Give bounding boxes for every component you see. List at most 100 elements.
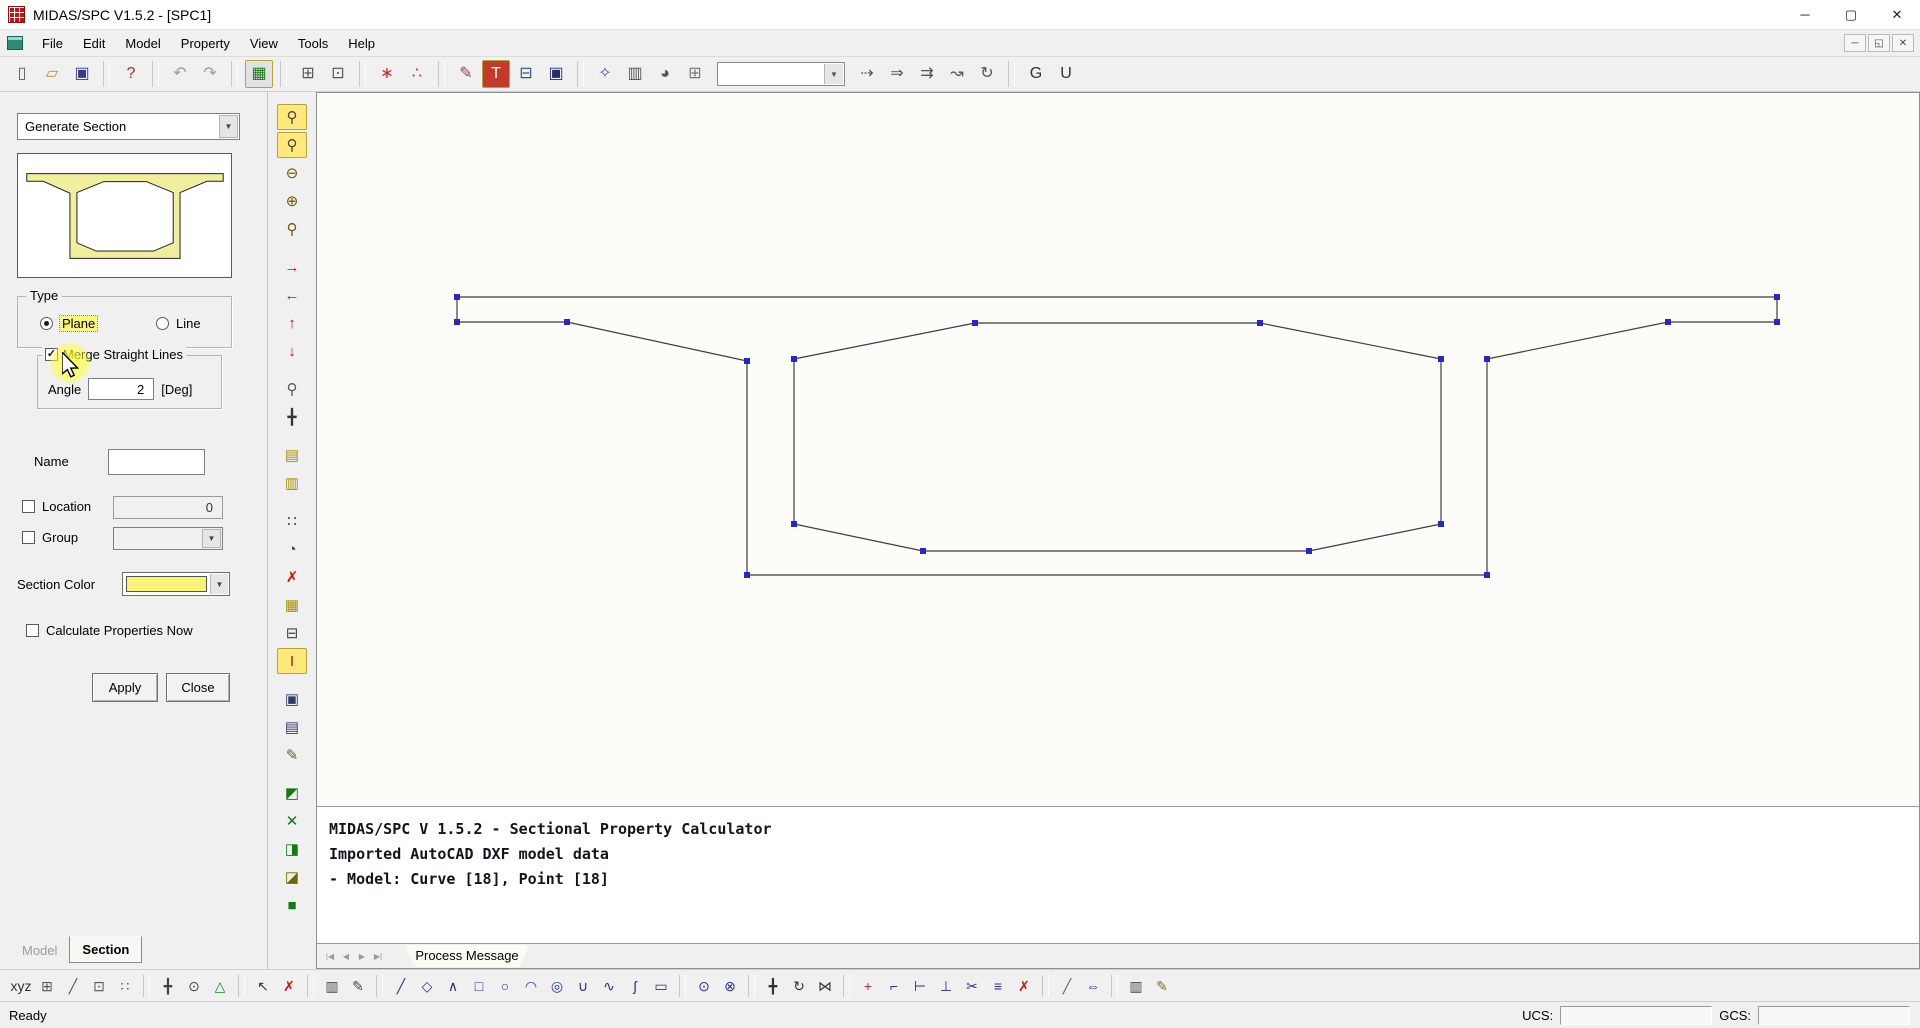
copy-entity-icon[interactable]: ▥ (319, 973, 345, 999)
menu-edit[interactable]: Edit (73, 31, 115, 56)
pan-up-icon[interactable]: ↑ (277, 310, 307, 336)
group-select[interactable]: ▼ (113, 527, 223, 550)
export-view-icon[interactable]: ▤ (277, 714, 307, 740)
draw-line-icon[interactable]: ╱ (388, 973, 414, 999)
delete-draw-icon[interactable]: ✗ (1011, 973, 1037, 999)
menu-help[interactable]: Help (338, 31, 385, 56)
ortho-icon[interactable]: ⊙ (181, 973, 207, 999)
erase-icon[interactable]: ✗ (276, 973, 302, 999)
location-row[interactable]: Location (22, 499, 91, 514)
trim-icon[interactable]: ✂ (959, 973, 985, 999)
new-file-icon[interactable]: ▯ (8, 60, 36, 88)
tab-scroll-button[interactable]: ▶| (370, 947, 386, 965)
close-panel-button[interactable]: Close (166, 673, 230, 702)
menu-model[interactable]: Model (115, 31, 170, 56)
radio-line-control[interactable] (156, 317, 169, 330)
rotate-view-icon[interactable]: ⚲ (277, 376, 307, 402)
origin-icon[interactable]: ╋ (155, 973, 181, 999)
save-section-icon[interactable]: ▣ (542, 60, 570, 88)
draw-ucurve-icon[interactable]: ∪ (570, 973, 596, 999)
pan-down-icon[interactable]: ↓ (277, 338, 307, 364)
name-input[interactable] (108, 449, 205, 475)
query-icon[interactable]: ✎ (277, 742, 307, 768)
group-checkbox[interactable] (22, 531, 35, 544)
pan-dynamic-icon[interactable]: ╋ (277, 404, 307, 430)
maximize-button[interactable]: ▢ (1828, 0, 1874, 29)
ucs-icon[interactable]: xyz (8, 973, 34, 999)
menu-property[interactable]: Property (171, 31, 240, 56)
draw-circle-icon[interactable]: ○ (492, 973, 518, 999)
extend-icon[interactable]: ≡ (985, 973, 1011, 999)
open-folder-icon[interactable]: ▱ (38, 60, 66, 88)
tab-scroll-button[interactable]: ◀ (338, 947, 354, 965)
radio-plane[interactable]: Plane (40, 315, 99, 332)
draw-solid-rect-icon[interactable]: ▭ (648, 973, 674, 999)
break-icon[interactable]: ⊢ (907, 973, 933, 999)
rotate-entity-icon[interactable]: ↻ (786, 973, 812, 999)
merge-checkbox[interactable]: ✓ (45, 348, 58, 361)
group-row[interactable]: Group (22, 530, 78, 545)
section-display-icon[interactable]: ▤ (277, 442, 307, 468)
snap-grid-icon[interactable]: ⊡ (86, 973, 112, 999)
zoom-in-icon[interactable]: ⊕ (277, 188, 307, 214)
zoom-dynamic-icon[interactable]: ⚲ (277, 216, 307, 242)
snap-point-icon[interactable]: ∷ (112, 973, 138, 999)
section-color-select[interactable]: ▼ (122, 572, 230, 596)
offset-icon[interactable]: + (855, 973, 881, 999)
delete-entity-icon[interactable]: ✗ (277, 564, 307, 590)
section-property-icon[interactable]: T (482, 60, 510, 88)
location-input[interactable]: 0 (113, 496, 223, 519)
undo-icon[interactable]: ↶ (166, 60, 194, 88)
help-icon[interactable]: ? (117, 60, 145, 88)
solid-fill-icon[interactable]: ■ (277, 892, 307, 918)
point-display-icon[interactable]: ∷ (277, 508, 307, 534)
chevron-down-icon[interactable]: ▼ (210, 574, 228, 594)
save-image-icon[interactable]: ▣ (277, 686, 307, 712)
draw-wave-icon[interactable]: ∿ (596, 973, 622, 999)
initial-view-icon[interactable]: ∴ (403, 60, 431, 88)
draw-spline-icon[interactable]: ʃ (622, 973, 648, 999)
underline-icon[interactable]: U (1052, 60, 1080, 88)
stretch-icon[interactable]: ⇔ (1080, 973, 1106, 999)
pan-left-icon[interactable]: ← (277, 282, 307, 308)
tab-model[interactable]: Model (10, 938, 69, 963)
export-draw-icon[interactable]: ▥ (1123, 973, 1149, 999)
section-outline-icon[interactable]: ▥ (277, 470, 307, 496)
shrink-icon[interactable]: ◨ (277, 836, 307, 862)
angle-display-icon[interactable]: ◔ (277, 536, 307, 562)
move-entity-icon[interactable]: ╋ (760, 973, 786, 999)
menu-file[interactable]: File (32, 31, 73, 56)
lg-icon[interactable]: G (1022, 60, 1050, 88)
corner-icon[interactable]: ⌐ (881, 973, 907, 999)
zoom-select-icon[interactable]: ◕ (651, 60, 679, 88)
drawing-canvas[interactable] (317, 93, 1919, 806)
grid-icon[interactable]: ⊞ (294, 60, 322, 88)
radio-plane-control[interactable] (40, 317, 53, 330)
minimize-button[interactable]: ─ (1782, 0, 1828, 29)
chevron-down-icon[interactable]: ▼ (202, 529, 221, 548)
exclude-circle-icon[interactable]: ⊗ (717, 973, 743, 999)
zoom-fit-icon[interactable]: ⚲ (277, 132, 307, 158)
mdi-close-button[interactable]: ✕ (1892, 34, 1914, 52)
angle-input[interactable]: 2 (88, 378, 155, 400)
element-number-icon[interactable]: ⇒ (883, 60, 911, 88)
zoom-window-icon[interactable]: ⚲ (277, 104, 307, 130)
draw-polygon-icon[interactable]: ◇ (414, 973, 440, 999)
mdi-minimize-button[interactable]: ─ (1844, 34, 1866, 52)
save-icon[interactable]: ▣ (68, 60, 96, 88)
draw-polyline-icon[interactable]: ∧ (440, 973, 466, 999)
snap-line-icon[interactable]: ╱ (60, 973, 86, 999)
fill-toggle-icon[interactable]: ◩ (277, 780, 307, 806)
frame-view-icon[interactable]: ▥ (621, 60, 649, 88)
pan-right-icon[interactable]: → (277, 254, 307, 280)
generate-section-icon[interactable]: ✧ (591, 60, 619, 88)
menu-view[interactable]: View (240, 31, 288, 56)
zoom-out-icon[interactable]: ⊖ (277, 160, 307, 186)
mdi-restore-button[interactable]: ◱ (1868, 34, 1890, 52)
draw-arc-icon[interactable]: ◠ (518, 973, 544, 999)
merge-checkbox-row[interactable]: ✓ Merge Straight Lines (42, 347, 186, 362)
select-icon[interactable]: ↖ (250, 973, 276, 999)
query-entity-icon[interactable]: ✎ (345, 973, 371, 999)
tab-scroll-button[interactable]: |◀ (322, 947, 338, 965)
triangle-snap-icon[interactable]: △ (207, 973, 233, 999)
